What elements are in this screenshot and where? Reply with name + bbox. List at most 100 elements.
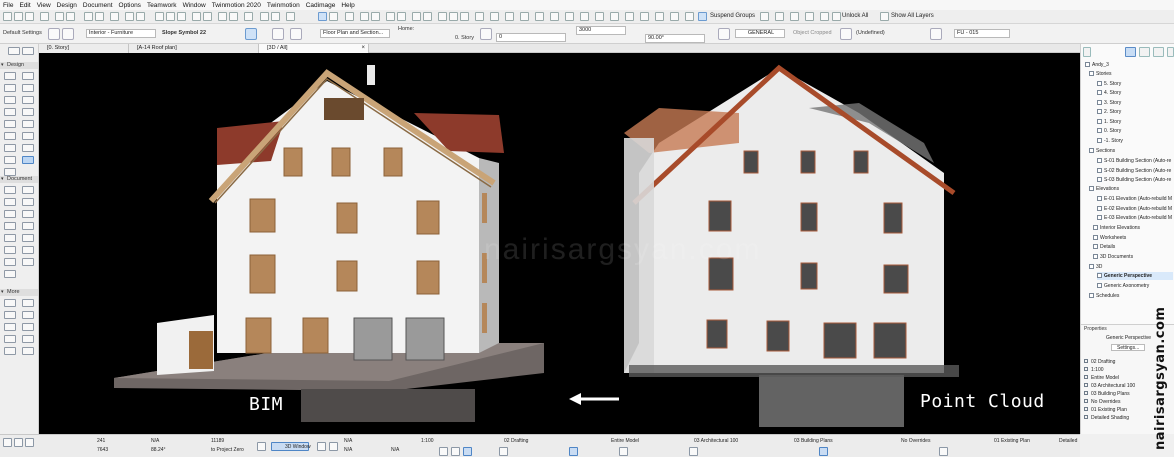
- level-dimension-tool-icon[interactable]: [22, 186, 34, 194]
- element-transfer-icon[interactable]: [670, 12, 679, 21]
- size-field[interactable]: 3000: [576, 26, 626, 35]
- nav-worksheets[interactable]: Worksheets: [1093, 234, 1126, 242]
- snap-guide-icon[interactable]: [371, 12, 380, 21]
- schedule-icon[interactable]: [595, 12, 604, 21]
- nav-section[interactable]: S-01 Building Section (Auto-re: [1097, 157, 1171, 165]
- suspend-groups-label[interactable]: Suspend Groups: [710, 13, 755, 19]
- pen-icon[interactable]: [718, 28, 730, 40]
- nav-interior-elevations[interactable]: Interior Elevations: [1093, 224, 1140, 232]
- menu-twinmotion-2020[interactable]: Twinmotion 2020: [212, 2, 261, 9]
- model-view-select[interactable]: 03 Building Plans: [794, 438, 833, 444]
- settings-icon[interactable]: [62, 28, 74, 40]
- properties-header[interactable]: Properties: [1084, 326, 1107, 333]
- structure-status-icon[interactable]: [451, 447, 460, 456]
- shading-select[interactable]: GENERAL: [735, 29, 785, 38]
- design-group-header[interactable]: Design: [0, 62, 38, 69]
- to-project-zero[interactable]: to Project Zero: [211, 447, 244, 453]
- redo-icon[interactable]: [66, 12, 75, 21]
- fit-window-icon[interactable]: [438, 12, 447, 21]
- group-icon[interactable]: [760, 12, 769, 21]
- show-all-layers-label[interactable]: Show All Layers: [891, 13, 934, 19]
- bimx-icon[interactable]: [286, 12, 295, 21]
- polyline-tool-icon[interactable]: [22, 222, 34, 230]
- line-tool-icon[interactable]: [22, 210, 34, 218]
- close-icon[interactable]: ×: [361, 44, 365, 53]
- twinmotion-sync-icon[interactable]: [260, 12, 269, 21]
- detail-icon[interactable]: [550, 12, 559, 21]
- navigator-menu-icon[interactable]: [1083, 47, 1091, 57]
- graphic-override-status-icon[interactable]: [819, 447, 828, 456]
- open-file-icon[interactable]: [14, 12, 23, 21]
- roof-tool-icon[interactable]: [4, 108, 16, 116]
- lock-icon[interactable]: [790, 12, 799, 21]
- layer-combo-select[interactable]: 02 Drafting: [504, 438, 528, 444]
- geometry-method-icon[interactable]: [245, 28, 257, 40]
- section-tool-icon[interactable]: [22, 234, 34, 242]
- section-icon[interactable]: [520, 12, 529, 21]
- pen-status-icon[interactable]: [463, 447, 472, 456]
- window-tool-icon[interactable]: [4, 132, 16, 140]
- rotation-icon[interactable]: [290, 28, 302, 40]
- nav-root[interactable]: Andy_3: [1085, 61, 1109, 69]
- nav-story[interactable]: 4. Story: [1097, 89, 1121, 97]
- elevation-tool-icon[interactable]: [4, 246, 16, 254]
- nav-stories[interactable]: Stories: [1089, 70, 1112, 78]
- tab-3d-all[interactable]: [3D / All] ×: [259, 44, 369, 53]
- nav-story[interactable]: 2. Story: [1097, 108, 1121, 116]
- nav-3d-documents[interactable]: 3D Documents: [1093, 253, 1133, 261]
- menu-file[interactable]: File: [3, 2, 13, 9]
- undo-status-icon[interactable]: [3, 438, 12, 447]
- nav-story[interactable]: 5. Story: [1097, 80, 1121, 88]
- view-map-icon[interactable]: [1139, 47, 1150, 57]
- menu-cadimage[interactable]: Cadimage: [306, 2, 336, 9]
- guide-line-icon[interactable]: [360, 12, 369, 21]
- railing-tool-icon[interactable]: [22, 96, 34, 104]
- circle-tool-icon[interactable]: [4, 222, 16, 230]
- interior-elevation-tool-icon[interactable]: [22, 246, 34, 254]
- snap-icon[interactable]: [244, 12, 253, 21]
- arrange-icon[interactable]: [820, 12, 829, 21]
- zoom-out-icon[interactable]: [423, 12, 432, 21]
- hotspot-tool-icon[interactable]: [22, 335, 34, 343]
- render-icon[interactable]: [110, 12, 119, 21]
- project-map-icon[interactable]: [1125, 47, 1136, 57]
- menu-document[interactable]: Document: [83, 2, 113, 9]
- nav-story[interactable]: 3. Story: [1097, 99, 1121, 107]
- tab-roof-plan[interactable]: [A-14 Roof plan]: [129, 44, 259, 53]
- document-group-header[interactable]: Document: [0, 176, 38, 183]
- pan-icon[interactable]: [460, 12, 469, 21]
- symbol-label[interactable]: Slope Symbol 22: [162, 30, 206, 36]
- structure-select[interactable]: Entire Model: [611, 438, 639, 444]
- camera-tool-icon[interactable]: [22, 347, 34, 355]
- surface-icon[interactable]: [203, 12, 212, 21]
- renovation-icon[interactable]: [840, 28, 852, 40]
- stair-tool-icon[interactable]: [4, 96, 16, 104]
- change-icon[interactable]: [610, 12, 619, 21]
- nav-elevation[interactable]: E-03 Elevation (Auto-rebuild M: [1097, 214, 1172, 222]
- drawing-tool-icon[interactable]: [4, 234, 16, 242]
- mesh-tool-icon[interactable]: [4, 168, 16, 176]
- curtain-wall-tool-icon[interactable]: [4, 120, 16, 128]
- nav-generic-perspective[interactable]: Generic Perspective: [1097, 272, 1173, 280]
- zone-tool-icon[interactable]: [22, 156, 34, 164]
- worksheet-tool-icon[interactable]: [4, 258, 16, 266]
- slab-tool-icon[interactable]: [22, 84, 34, 92]
- nav-story[interactable]: -1. Story: [1097, 137, 1123, 145]
- nav-sections[interactable]: Sections: [1089, 147, 1115, 155]
- menu-edit[interactable]: Edit: [19, 2, 30, 9]
- shell-tool-icon[interactable]: [22, 108, 34, 116]
- nav-elevations[interactable]: Elevations: [1089, 185, 1119, 193]
- worksheet-icon[interactable]: [565, 12, 574, 21]
- grid-tool-icon[interactable]: [4, 299, 16, 307]
- morph-tool-icon[interactable]: [22, 144, 34, 152]
- menu-help[interactable]: Help: [341, 2, 354, 9]
- suspend-groups-icon[interactable]: [698, 12, 707, 21]
- undo-icon[interactable]: [55, 12, 64, 21]
- hotlink-icon[interactable]: [685, 12, 694, 21]
- element-icon[interactable]: [48, 28, 60, 40]
- renovation-status-icon[interactable]: [689, 447, 698, 456]
- redo-status-icon[interactable]: [14, 438, 23, 447]
- scale-select[interactable]: 1:100: [421, 438, 434, 444]
- ungroup-icon[interactable]: [775, 12, 784, 21]
- nav-elevation[interactable]: E-01 Elevation (Auto-rebuild M: [1097, 195, 1172, 203]
